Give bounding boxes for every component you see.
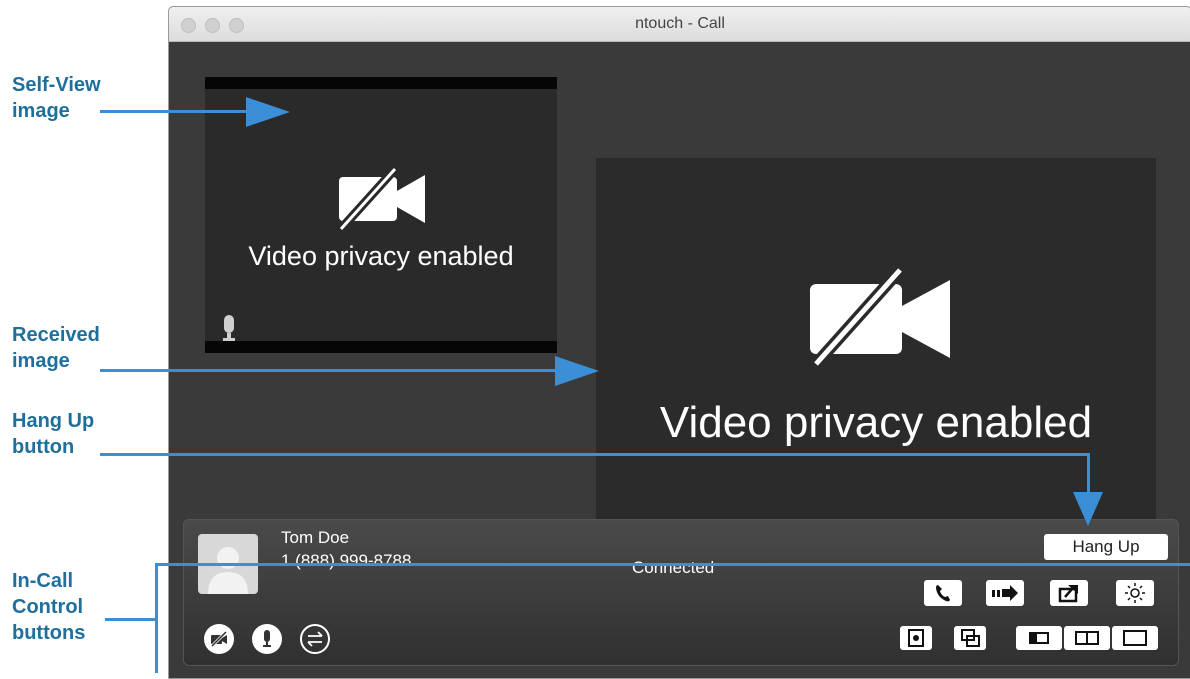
title-bar: ntouch - Call	[169, 7, 1190, 42]
callout-received: Received image	[12, 324, 100, 372]
portrait-icon	[908, 629, 924, 647]
hang-up-button[interactable]: Hang Up	[1044, 534, 1168, 560]
swap-arrows-icon	[307, 631, 323, 647]
camera-off-icon-large	[810, 266, 950, 366]
transfer-arrow-icon	[992, 585, 1018, 601]
arrowhead-hang-up	[1073, 492, 1103, 526]
transfer-button[interactable]	[986, 580, 1024, 606]
camera-off-icon	[337, 165, 425, 231]
callout-self-view: Self-View image	[12, 74, 101, 122]
pip-icon	[961, 629, 980, 647]
callout-line-in-call-label	[105, 618, 155, 621]
in-call-control-bar: Tom Doe 1 (888) 999-8788 Connected Hang …	[183, 519, 1179, 666]
layout-small-icon	[1029, 632, 1049, 644]
microphone-icon	[223, 315, 235, 341]
self-view-toggle-button[interactable]	[900, 626, 932, 650]
brightness-icon	[1125, 583, 1145, 603]
caller-number: 1 (888) 999-8788	[281, 551, 412, 570]
callout-line-in-call-top	[155, 563, 1190, 566]
received-privacy-text: Video privacy enabled	[659, 398, 1093, 447]
brightness-button[interactable]	[1116, 580, 1154, 606]
phone-button[interactable]	[924, 580, 962, 606]
call-status: Connected	[632, 558, 715, 577]
callout-line-in-call-vertical	[155, 563, 158, 673]
arrowhead-self-view	[246, 97, 290, 127]
microphone-button[interactable]	[252, 624, 282, 654]
callout-line-self-view	[100, 110, 250, 113]
arrowhead-received	[555, 356, 599, 386]
share-icon	[1058, 585, 1078, 603]
camera-off-small-icon	[210, 630, 228, 648]
window-title: ntouch - Call	[635, 15, 725, 32]
layout-split-button[interactable]	[1064, 626, 1110, 650]
swap-button[interactable]	[300, 624, 330, 654]
self-view-privacy-text: Video privacy enabled	[248, 241, 514, 271]
callout-line-hang-up	[100, 453, 1090, 456]
layout-full-button[interactable]	[1112, 626, 1158, 650]
layout-full-icon	[1123, 630, 1147, 646]
share-button[interactable]	[1050, 580, 1088, 606]
video-privacy-button[interactable]	[204, 624, 234, 654]
caller-name: Tom Doe	[281, 528, 350, 547]
phone-icon	[936, 585, 950, 602]
picture-in-picture-button[interactable]	[954, 626, 986, 650]
received-image: Video privacy enabled	[596, 158, 1156, 528]
layout-split-icon	[1075, 631, 1099, 645]
microphone-small-icon	[263, 630, 271, 647]
layout-pip-button[interactable]	[1016, 626, 1062, 650]
call-window: ntouch - Call Video privacy enabled Vide…	[168, 6, 1190, 679]
callout-line-received	[100, 369, 560, 372]
callout-in-call: In-Call Control buttons	[12, 570, 86, 644]
